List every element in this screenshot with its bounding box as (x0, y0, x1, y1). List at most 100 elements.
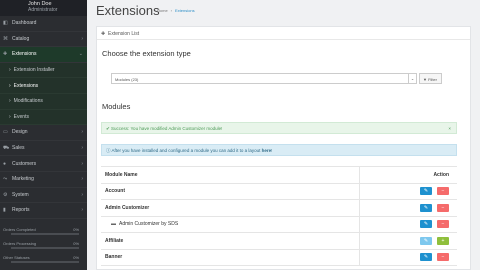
sidebar-subitem-modifications[interactable]: › Modifications (0, 93, 87, 110)
pencil-icon: ✎ (423, 221, 429, 228)
modules-heading: Modules (102, 102, 131, 111)
action-cell: ✎ − (360, 253, 457, 262)
sidebar-item-marketing[interactable]: ⤳ Marketing › (0, 172, 87, 188)
check-circle-icon: ✔ (106, 126, 110, 131)
close-icon[interactable]: × (448, 126, 451, 131)
stat-percent: 0% (73, 241, 79, 246)
order-stats: Orders Completed 0% Orders Processing 0% Oth… (0, 227, 87, 269)
panel-heading-label: Extension List (107, 31, 140, 37)
edit-button[interactable]: ✎ (420, 187, 432, 196)
module-name: Admin Customizer by SDS (119, 221, 179, 228)
action-cell: ✎ − (360, 187, 457, 196)
chevron-down-icon: ⌄ (78, 51, 83, 58)
sidebar-item-catalog[interactable]: ⌘ Catalog › (0, 32, 87, 48)
chevron-right-icon: › (9, 98, 11, 105)
success-text: Success: You have modified Admin Customi… (111, 126, 223, 131)
action-cell: ✎ − (360, 220, 457, 229)
sidebar-subitem-extension-installer[interactable]: › Extension Installer (0, 62, 87, 79)
module-name-cell: Affiliate (101, 233, 360, 249)
stat-progress-bar (11, 233, 79, 235)
success-alert: ✔ Success: You have modified Admin Custo… (101, 122, 457, 134)
minus-circle-icon: − (441, 254, 445, 261)
sidebar-item-customers[interactable]: ● Customers › (0, 156, 87, 172)
stat-label: Orders Completed (3, 227, 36, 232)
stat-progress-bar (11, 261, 79, 263)
puzzle-icon: ✚ (3, 51, 8, 58)
install-button[interactable]: + (437, 236, 449, 245)
table-row: ▬ Admin Customizer by SDS ✎ − (101, 216, 457, 233)
edit-button[interactable]: ✎ (420, 203, 432, 212)
stat-label: Other Statuses (3, 255, 30, 260)
chevron-right-icon: › (9, 113, 11, 120)
info-text-end: ! (271, 148, 273, 153)
sidebar: John Doe Administrator ◧ Dashboard ⌘ Catalo… (0, 0, 87, 270)
sidebar-item-sales[interactable]: ⛟ Sales › (0, 141, 87, 157)
module-name: Account (105, 188, 125, 195)
pencil-icon: ✎ (423, 237, 429, 244)
sidebar-item-reports[interactable]: ▮ Reports › (0, 203, 87, 219)
plus-circle-icon: + (441, 237, 445, 244)
user-icon: ● (3, 160, 7, 167)
uninstall-button[interactable]: − (437, 220, 449, 229)
sidebar-item-label: Sales (12, 145, 25, 152)
info-here-link[interactable]: here (262, 148, 272, 153)
uninstall-button[interactable]: − (437, 203, 449, 212)
extension-type-select[interactable]: Modules (23) ⌄ (111, 73, 417, 84)
sidebar-item-dashboard[interactable]: ◧ Dashboard (0, 16, 87, 32)
module-name-cell: ▬ Admin Customizer by SDS (101, 216, 360, 232)
action-cell: ✎ + (360, 236, 457, 245)
module-name-cell: Account (101, 183, 360, 199)
sidebar-item-design[interactable]: ▭ Design › (0, 125, 87, 141)
sidebar-item-extensions[interactable]: ✚ Extensions ⌄ (0, 47, 87, 63)
stat-progress-bar (11, 247, 79, 249)
user-role: Administrator (28, 7, 58, 13)
sidebar-item-label: Reports (12, 207, 30, 214)
stat-row: Other Statuses 0% (3, 255, 84, 269)
dashboard-icon: ◧ (3, 20, 8, 27)
sidebar-subitem-label: Modifications (13, 98, 43, 105)
edit-button[interactable]: ✎ (420, 236, 432, 245)
sidebar-subitem-extensions[interactable]: › Extensions (0, 78, 87, 94)
module-name: Banner (105, 254, 123, 261)
pencil-icon: ✎ (423, 188, 429, 195)
edit-button[interactable]: ✎ (420, 253, 432, 262)
module-name: Admin Customizer (105, 204, 150, 211)
sidebar-item-system[interactable]: ⚙ System › (0, 188, 87, 204)
filter-button[interactable]: ▼ Filter (419, 73, 442, 84)
sidebar-item-label: System (12, 191, 29, 198)
info-text: After you have installed and configured … (111, 148, 261, 153)
sidebar-subitem-label: Extensions (13, 82, 39, 89)
sidebar-subitem-events[interactable]: › Events (0, 109, 87, 126)
breadcrumb-current[interactable]: Extensions (175, 8, 195, 13)
table-row: Admin Customizer ✎ − (101, 200, 457, 217)
uninstall-button[interactable]: − (437, 253, 449, 262)
sidebar-item-label: Extensions (12, 51, 37, 58)
chevron-right-icon: › (9, 67, 11, 74)
extension-panel: ✚ Extension List Choose the extension ty… (96, 26, 471, 270)
table-row: Banner ✎ − (101, 249, 457, 266)
user-profile[interactable]: John Doe Administrator (0, 0, 87, 16)
info-circle-icon: ⓘ (106, 148, 111, 153)
stat-label: Orders Processing (3, 241, 37, 246)
page-title: Extensions (96, 3, 160, 18)
stat-row: Orders Processing 0% (3, 241, 84, 255)
chevron-right-icon: › (81, 207, 83, 214)
module-name: Affiliate (105, 237, 124, 244)
minus-circle-icon: − (441, 204, 445, 211)
folder-icon: ▬ (111, 221, 116, 228)
col-action: Action (433, 171, 449, 178)
edit-button[interactable]: ✎ (420, 220, 432, 229)
col-module-name: Module Name (101, 167, 360, 183)
breadcrumb-home[interactable]: Home (157, 8, 168, 13)
breadcrumb: Home › Extensions (157, 8, 195, 13)
stat-percent: 0% (73, 227, 79, 232)
sidebar-item-label: Catalog (12, 35, 30, 42)
uninstall-button[interactable]: − (437, 187, 449, 196)
main-content: Extensions Home › Extensions ✚ Extension L… (87, 0, 480, 270)
share-icon: ⤳ (3, 176, 8, 183)
pencil-icon: ✎ (423, 254, 429, 261)
table-row: Affiliate ✎ + (101, 233, 457, 250)
chevron-down-icon[interactable]: ⌄ (408, 74, 416, 83)
action-cell: ✎ − (360, 203, 457, 212)
chevron-right-icon: › (81, 176, 83, 183)
